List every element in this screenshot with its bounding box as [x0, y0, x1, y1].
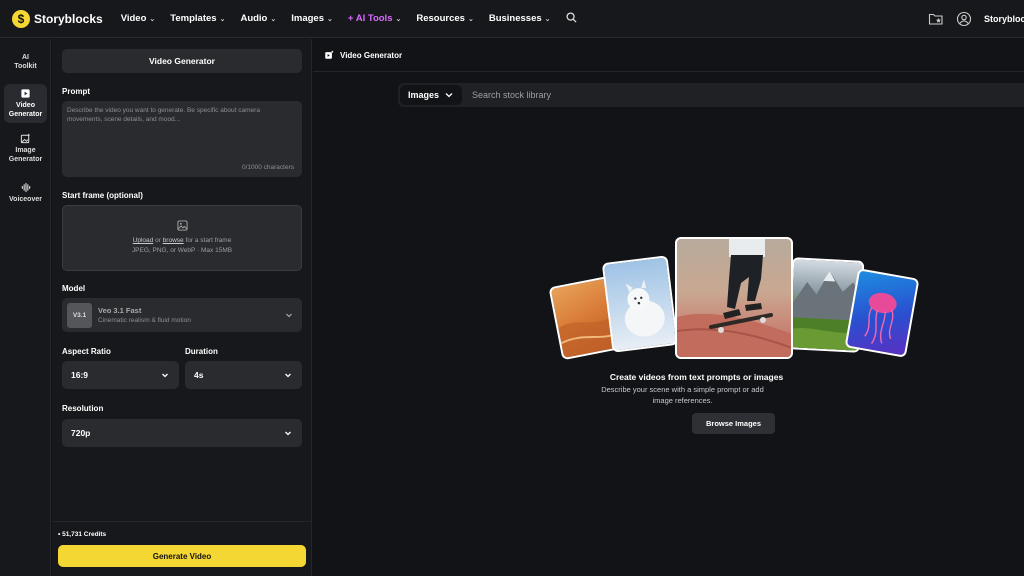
favorites-folder-icon[interactable]	[928, 11, 944, 27]
panel-footer-divider	[52, 521, 312, 522]
tool-rail: AI Toolkit Video Generator Image Generat…	[0, 39, 51, 576]
top-bar: $ Storyblocks Video ⌄ Templates ⌄ Audio ⌄ I…	[0, 0, 1024, 38]
search-type-value: Images	[408, 90, 440, 100]
chevron-down-icon	[162, 373, 168, 378]
arctic-fox-image	[601, 255, 679, 353]
rail-voiceover[interactable]: Voiceover	[4, 178, 47, 208]
upload-suffix-text: for a start frame	[185, 237, 232, 244]
chevron-down-icon: ⌄	[219, 15, 226, 23]
stock-search-input[interactable]: Search stock library	[472, 90, 551, 100]
model-label: Model	[62, 284, 86, 293]
user-name[interactable]: Storyblocks	[984, 14, 1024, 24]
empty-state-title: Create videos from text prompts or image…	[609, 372, 784, 382]
chevron-down-icon: ⌄	[395, 15, 402, 23]
nav-resources[interactable]: Resources ⌄	[416, 13, 473, 24]
nav-audio[interactable]: Audio ⌄	[240, 13, 276, 24]
upload-link[interactable]: Upload	[133, 237, 154, 244]
start-frame-label: Start frame (optional)	[62, 191, 143, 200]
empty-state-description-line1: Describe your scene with a simple prompt…	[601, 385, 764, 394]
aspect-ratio-label: Aspect Ratio	[62, 347, 111, 356]
nav-video-label: Video	[120, 13, 147, 24]
model-description: Cinematic realism & fluid motion	[98, 317, 191, 324]
chevron-down-icon: ⌄	[467, 15, 474, 23]
nav-templates[interactable]: Templates ⌄	[170, 13, 225, 24]
duration-value: 4s	[194, 370, 204, 380]
model-badge: V3.1	[67, 302, 92, 328]
upload-formats: JPEG, PNG, or WebP · Max 15MB	[131, 247, 233, 254]
search-icon[interactable]	[565, 11, 577, 26]
nav-businesses-label: Businesses	[488, 13, 542, 24]
chevron-down-icon: ⌄	[149, 15, 156, 23]
rail-video-generator[interactable]: Video Generator	[4, 84, 47, 123]
browse-images-button[interactable]: Browse Images	[692, 413, 775, 434]
logo-text: Storyblocks	[34, 11, 103, 26]
aspect-ratio-select[interactable]: 16:9	[62, 361, 179, 389]
nav-video[interactable]: Video ⌄	[121, 13, 156, 24]
model-select[interactable]: V3.1 Veo 3.1 Fast Cinematic realism & fl…	[62, 298, 302, 332]
chevron-down-icon: ⌄	[270, 15, 277, 23]
aspect-ratio-value: 16:9	[71, 370, 89, 380]
panel-title-button[interactable]: Video Generator	[62, 49, 302, 73]
nav-ai-tools-label: + AI Tools	[347, 13, 393, 24]
empty-state-description: Describe your scene with a simple prompt…	[313, 384, 1024, 406]
prompt-placeholder: Describe the video you want to generate.…	[67, 107, 260, 123]
video-generator-icon	[21, 89, 30, 98]
chevron-down-icon	[445, 93, 453, 98]
prompt-textarea[interactable]: Describe the video you want to generate.…	[62, 101, 302, 177]
rail-ai-toolkit-label: AI Toolkit	[14, 54, 37, 70]
rail-video-generator-label: Video Generator	[8, 102, 43, 118]
model-name: Veo 3.1 Fast	[98, 306, 142, 315]
main-header: Video Generator	[313, 39, 1024, 72]
empty-state-description-line2: image references.	[652, 396, 713, 405]
nav-images-label: Images	[291, 13, 324, 24]
chevron-down-icon	[285, 431, 291, 436]
chevron-down-icon	[286, 313, 292, 318]
nav-templates-label: Templates	[170, 13, 217, 24]
storyblocks-logo[interactable]: $ Storyblocks	[12, 9, 103, 28]
resolution-value: 720p	[71, 428, 91, 438]
generate-video-button[interactable]: Generate Video	[58, 545, 306, 567]
prompt-char-count: 0/1000 characters	[241, 164, 294, 171]
resolution-select[interactable]: 720p	[62, 419, 302, 447]
prompt-label: Prompt	[62, 87, 90, 96]
upload-instructions: Upload or browse for a start frame	[133, 236, 232, 246]
nav-ai-tools[interactable]: + AI Tools ⌄	[348, 13, 401, 24]
search-type-dropdown[interactable]: Images	[400, 85, 463, 105]
image-icon	[176, 220, 188, 231]
browse-link[interactable]: browse	[163, 237, 184, 244]
duration-label: Duration	[185, 347, 218, 356]
rail-image-generator[interactable]: Image Generator	[4, 129, 47, 168]
start-frame-dropzone[interactable]: Upload or browse for a start frame JPEG,…	[62, 205, 302, 271]
stock-search-bar: Images Search stock library	[398, 83, 1024, 107]
image-generator-icon	[20, 133, 31, 144]
chevron-down-icon: ⌄	[327, 15, 333, 23]
jellyfish-image	[844, 268, 920, 358]
nav-resources-label: Resources	[416, 13, 465, 24]
nav-images[interactable]: Images ⌄	[291, 13, 333, 24]
chevron-down-icon: ⌄	[544, 15, 551, 23]
upload-or-text: or	[155, 237, 161, 244]
account-area: Storyblocks	[928, 0, 1024, 38]
audio-wave-icon	[21, 182, 30, 193]
credits-balance: • 51,731 Credits	[58, 531, 107, 538]
nav-audio-label: Audio	[240, 13, 268, 24]
resolution-label: Resolution	[62, 404, 104, 413]
main-canvas: Video Generator Images Search stock libr…	[313, 39, 1024, 576]
generator-settings-panel: Video Generator Prompt Describe the vide…	[52, 39, 312, 576]
rail-voiceover-label: Voiceover	[9, 196, 42, 203]
duration-select[interactable]: 4s	[185, 361, 302, 389]
logo-icon: $	[12, 9, 30, 28]
main-nav: Video ⌄ Templates ⌄ Audio ⌄ Images ⌄ + AI To…	[121, 11, 577, 26]
example-images-collage	[548, 237, 921, 367]
user-account-icon[interactable]	[956, 11, 972, 27]
video-generator-icon	[325, 50, 334, 59]
chevron-down-icon	[285, 373, 291, 378]
skateboarder-image	[675, 237, 793, 359]
rail-ai-toolkit[interactable]: AI Toolkit	[4, 49, 47, 75]
rail-image-generator-label: Image Generator	[8, 147, 43, 163]
main-title: Video Generator	[340, 50, 403, 60]
nav-businesses[interactable]: Businesses ⌄	[489, 13, 551, 24]
